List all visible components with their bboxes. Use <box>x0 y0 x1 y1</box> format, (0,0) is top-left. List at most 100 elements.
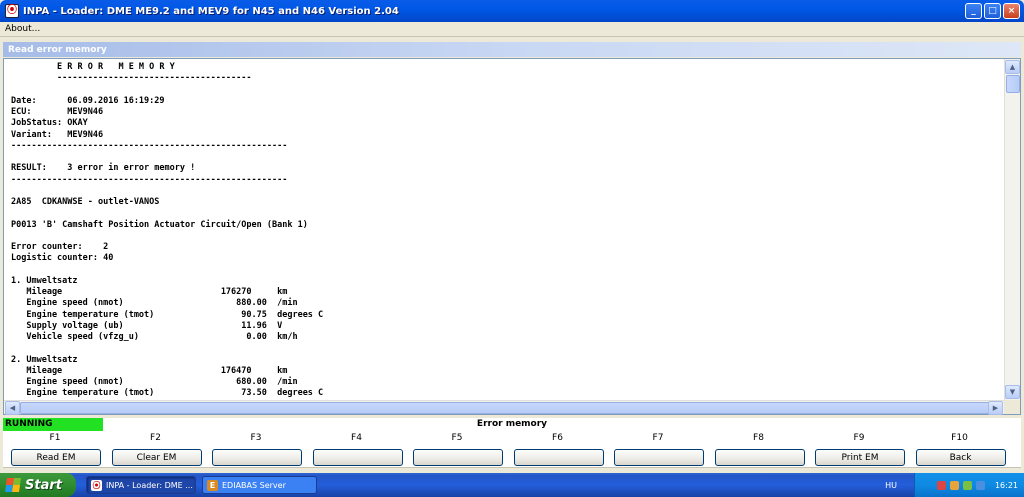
scroll-left-button[interactable]: ◀ <box>5 401 20 415</box>
status-screen-name: Error memory <box>476 419 548 429</box>
fkey-label: F2 <box>150 433 161 443</box>
fkey-column: F8 <box>713 431 805 468</box>
menu-bar: About... <box>0 22 1024 37</box>
windows-flag-icon <box>5 478 21 492</box>
scroll-up-button[interactable]: ▲ <box>1005 60 1020 74</box>
output-line: -------------------------------------- <box>11 73 252 84</box>
fkey-button-8[interactable] <box>714 449 805 466</box>
output-line: JobStatus: OKAY <box>11 118 88 129</box>
fkey-label: F8 <box>753 433 764 443</box>
fkey-column: F1 Read EM <box>9 431 101 468</box>
output-line: Engine speed (nmot) 680.00 /min <box>11 377 298 387</box>
fkey-label: F1 <box>49 433 61 443</box>
fkey-column: F7 <box>612 431 704 468</box>
output-line: Mileage 176270 km <box>11 287 288 297</box>
fkey-button-5[interactable] <box>413 449 503 466</box>
output-line: ECU: MEV9N46 <box>11 107 104 117</box>
fkey-column: F4 <box>311 431 403 468</box>
status-row: RUNNING Error memory <box>3 418 1021 431</box>
scrollbar-corner <box>1004 400 1020 414</box>
tray-volume-icon[interactable] <box>962 480 972 490</box>
output-line: 2A85 CDKANWSE - outlet-VANOS <box>11 197 160 207</box>
taskbar: Start ⦿ INPA - Loader: DME ... E EDIABAS… <box>0 473 1024 497</box>
fkey-label: F3 <box>250 433 262 443</box>
output-line: Error counter: 2 <box>11 242 109 252</box>
taskbar-item-inpa[interactable]: ⦿ INPA - Loader: DME ... <box>86 476 196 494</box>
menu-about[interactable]: About... <box>0 24 45 34</box>
fkey-column: F6 <box>512 431 604 468</box>
tray-app-icon[interactable] <box>975 480 985 490</box>
fkey-label: F4 <box>351 433 362 443</box>
output-line: P0013 'B' Camshaft Position Actuator Cir… <box>11 219 308 230</box>
title-bar: ⦿ INPA - Loader: DME ME9.2 and MEV9 for … <box>0 0 1024 22</box>
taskbar-item-ediabas[interactable]: E EDIABAS Server <box>202 476 317 494</box>
output-line: ----------------------------------------… <box>11 140 288 151</box>
scroll-down-button[interactable]: ▼ <box>1005 385 1020 399</box>
horizontal-scrollbar[interactable]: ◀ ▶ <box>4 400 1020 415</box>
fkey-button-1[interactable]: Read EM <box>11 449 101 466</box>
output-line: Variant: MEV9N46 <box>11 129 104 140</box>
error-memory-output[interactable]: E R R O R M E M O R Y ------------------… <box>3 58 1021 415</box>
vertical-scroll-thumb[interactable] <box>1006 75 1020 93</box>
language-indicator[interactable]: HU <box>876 473 906 497</box>
output-line: Engine speed (nmot) 880.00 /min <box>11 298 298 309</box>
tray-security-icon[interactable] <box>936 480 946 490</box>
window-controls: _ □ × <box>965 3 1020 19</box>
fkey-label: F10 <box>951 433 968 443</box>
window-title: INPA - Loader: DME ME9.2 and MEV9 for N4… <box>23 5 399 17</box>
scroll-right-button[interactable]: ▶ <box>988 401 1003 415</box>
fkey-button-6[interactable] <box>513 449 604 466</box>
fkey-label: F9 <box>853 433 865 443</box>
start-label: Start <box>25 477 62 493</box>
fkey-label: F7 <box>652 433 664 443</box>
output-line: ----------------------------------------… <box>11 174 288 185</box>
panel-title: Read error memory <box>3 42 1021 57</box>
fkey-button-9[interactable]: Print EM <box>815 449 905 466</box>
function-key-bar: F1 Read EM F2 Clear EM F3 F4 F5 F6 F7 F8 F9 Print E… <box>3 431 1021 468</box>
minimize-button[interactable]: _ <box>965 3 982 19</box>
maximize-button[interactable]: □ <box>984 3 1001 19</box>
fkey-column: F10 Back <box>914 431 1006 468</box>
output-line: 2. Umweltsatz <box>11 354 78 365</box>
inpa-app-icon[interactable]: ⦿ <box>5 4 19 18</box>
close-button[interactable]: × <box>1003 3 1020 19</box>
running-status-badge: RUNNING <box>3 418 103 431</box>
fkey-button-4[interactable] <box>312 449 403 466</box>
inpa-task-icon: ⦿ <box>91 479 102 491</box>
output-line: Vehicle speed (vfzg_u) 0.00 km/h <box>11 332 298 342</box>
output-line: Supply voltage (ub) 11.96 V <box>11 320 283 331</box>
output-line: 1. Umweltsatz <box>11 275 78 286</box>
fkey-button-10[interactable]: Back <box>915 449 1006 466</box>
output-line: Date: 06.09.2016 16:19:29 <box>11 95 165 106</box>
fkey-button-3[interactable] <box>212 449 302 466</box>
output-line: Mileage 176470 km <box>11 365 288 376</box>
output-line: Engine temperature (tmot) 73.50 degrees … <box>11 388 324 399</box>
fkey-column: F9 Print EM <box>813 431 905 468</box>
output-line: RESULT: 3 error in error memory ! <box>11 163 196 174</box>
vertical-scrollbar[interactable]: ▲ ▼ <box>1004 59 1020 400</box>
fkey-button-7[interactable] <box>614 449 704 466</box>
output-line: E R R O R M E M O R Y <box>11 62 175 72</box>
fkey-label: F6 <box>552 433 563 443</box>
ediabas-task-icon: E <box>207 479 218 491</box>
tray-clock: 16:21 <box>994 480 1018 490</box>
horizontal-scroll-thumb[interactable] <box>20 402 1000 414</box>
output-line: Engine temperature (tmot) 90.75 degrees … <box>11 309 324 320</box>
taskbar-item-label: INPA - Loader: DME ... <box>106 480 193 490</box>
start-button[interactable]: Start <box>0 473 76 497</box>
output-line: Logistic counter: 40 <box>11 253 114 264</box>
system-tray: 16:21 <box>914 473 1024 497</box>
fkey-column: F5 <box>411 431 503 468</box>
fkey-label: F5 <box>451 433 463 443</box>
fkey-column: F2 Clear EM <box>110 431 202 468</box>
tray-network-icon[interactable] <box>949 480 959 490</box>
fkey-column: F3 <box>210 431 302 468</box>
fkey-button-2[interactable]: Clear EM <box>111 449 202 466</box>
